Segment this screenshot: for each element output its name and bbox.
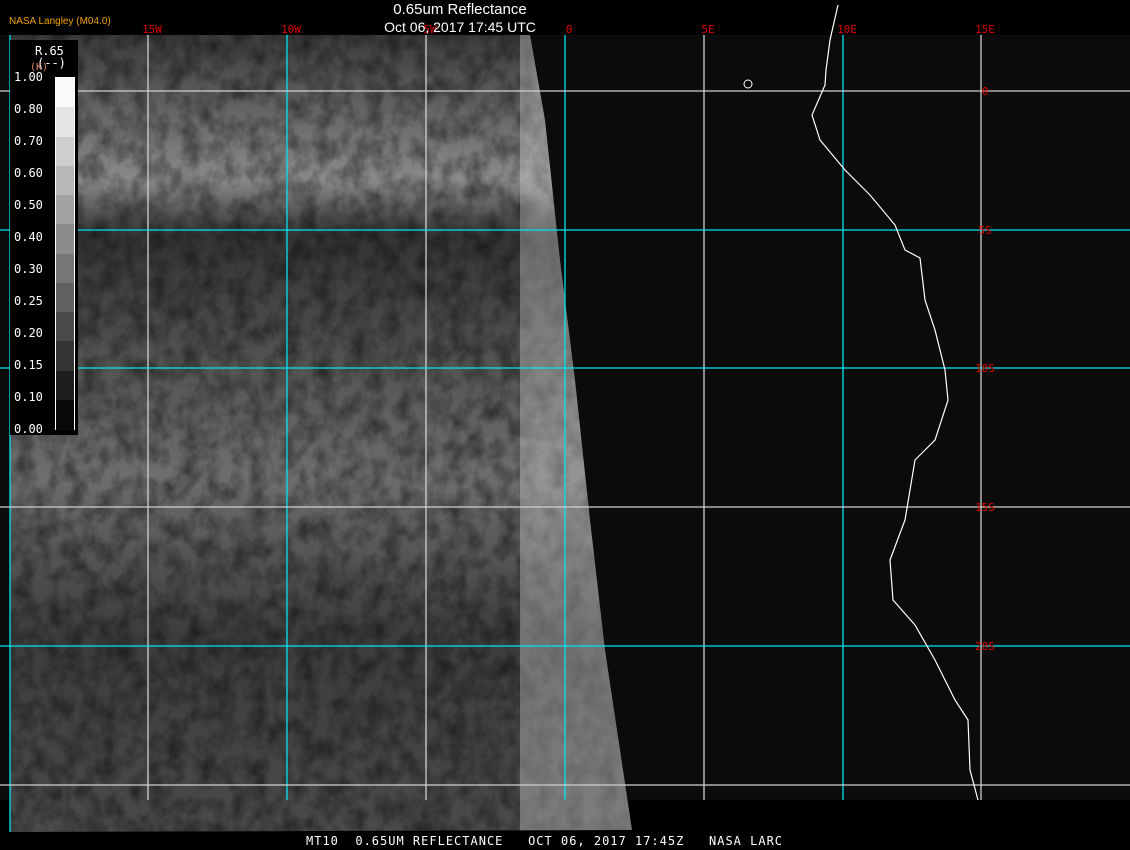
colorbar-segment: [56, 136, 74, 168]
colorbar-segment: [56, 312, 74, 343]
image-datetime: Oct 06, 2017 17:45 UTC: [384, 19, 536, 35]
colorbar: [55, 77, 75, 431]
lat-label: 20S: [975, 640, 995, 653]
colorbar-tick-label: 0.25: [14, 294, 43, 308]
lat-label: 10S: [975, 362, 995, 375]
colorbar-tick-label: 1.00: [14, 70, 43, 84]
colorbar-tick-label: 0.60: [14, 166, 43, 180]
credit-label: NASA Langley (M04.0): [9, 16, 111, 27]
colorbar-segment: [56, 165, 74, 197]
cloud-imagery: [10, 35, 632, 832]
lon-label: 15E: [975, 23, 995, 36]
footer-caption: MT10 0.65UM REFLECTANCE OCT 06, 2017 17:…: [306, 834, 784, 848]
colorbar-legend: R.65 (--) (K) 1.00 0.80 0.70 0.60 0.50 0.40 0.…: [10, 40, 78, 436]
colorbar-segment: [56, 399, 74, 431]
colorbar-segment: [56, 253, 74, 285]
colorbar-tick-label: 0.40: [14, 230, 43, 244]
colorbar-tick-label: 0.00: [14, 422, 43, 436]
colorbar-tick-label: 0.10: [14, 390, 43, 404]
colorbar-tick-label: 0.15: [14, 358, 43, 372]
lat-label: 5S: [978, 224, 991, 237]
colorbar-tick-label: 0.80: [14, 102, 43, 116]
product-title: 0.65um Reflectance: [393, 1, 527, 18]
colorbar-segment: [56, 107, 74, 139]
colorbar-tick-label: 0.20: [14, 326, 43, 340]
lat-label: 15S: [975, 501, 995, 514]
colorbar-segment: [56, 282, 74, 314]
colorbar-segment: [56, 341, 74, 373]
colorbar-tick-label: 0.70: [14, 134, 43, 148]
colorbar-segment: [56, 195, 74, 226]
colorbar-segment: [56, 370, 74, 402]
lat-label: 0: [982, 85, 989, 98]
colorbar-tick-label: 0.50: [14, 198, 43, 212]
satellite-map: 15W 10W 5W 0 5E 10E 15E05S10S15S20S: [0, 4, 1130, 832]
colorbar-segment: [56, 224, 74, 256]
colorbar-tick-label: 0.30: [14, 262, 43, 276]
colorbar-segment: [56, 78, 74, 109]
